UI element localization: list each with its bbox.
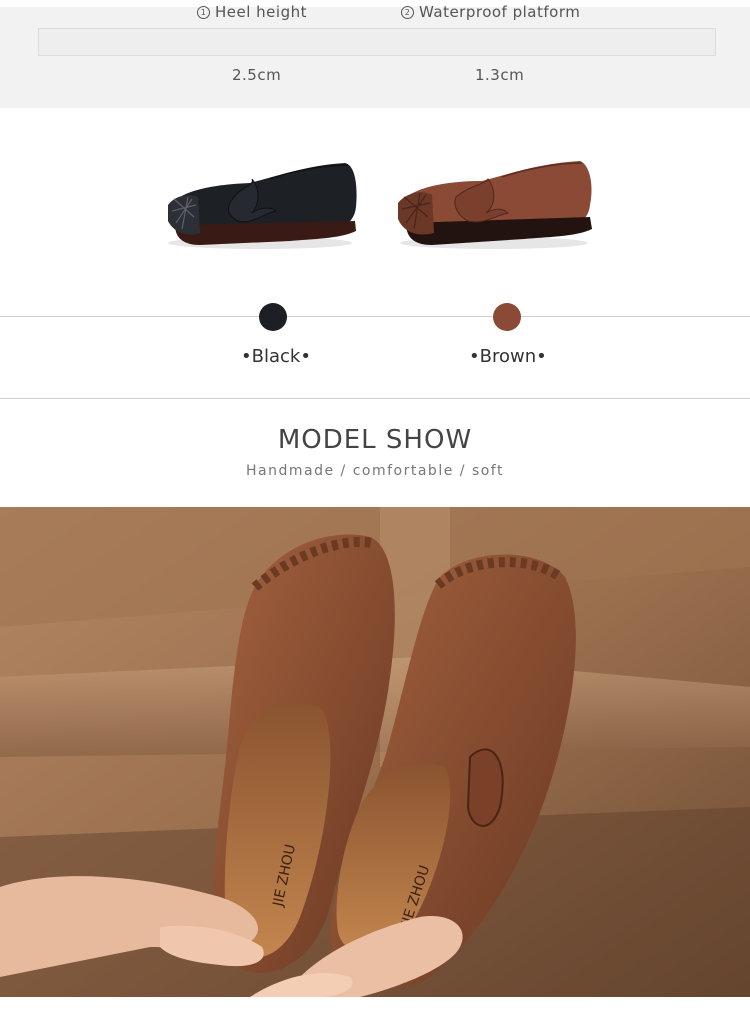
brown-color-label[interactable]: •Brown• <box>469 346 547 367</box>
black-swatch[interactable] <box>259 303 287 331</box>
spec-band <box>0 7 750 108</box>
number-one-icon: 1 <box>197 6 210 19</box>
black-shoe-image[interactable] <box>160 155 360 255</box>
brown-shoe-image[interactable] <box>392 155 597 255</box>
black-color-label[interactable]: •Black• <box>241 346 311 367</box>
color-divider <box>0 316 750 317</box>
spec-header <box>38 28 716 56</box>
brown-swatch[interactable] <box>493 303 521 331</box>
heel-height-label: 1 Heel height <box>197 3 307 21</box>
model-show-title: MODEL SHOW <box>277 425 473 455</box>
heel-height-value: 2.5cm <box>232 66 282 84</box>
model-show-subtitle: Handmade / comfortable / soft <box>246 463 504 479</box>
number-two-icon: 2 <box>401 6 414 19</box>
model-photo: JIE ZHOU JIE ZHOU <box>0 507 750 997</box>
waterproof-platform-label: 2 Waterproof platform <box>401 3 580 21</box>
hands-holding-shoes-image: JIE ZHOU JIE ZHOU <box>0 507 750 997</box>
section-divider <box>0 398 750 399</box>
platform-value: 1.3cm <box>475 66 525 84</box>
